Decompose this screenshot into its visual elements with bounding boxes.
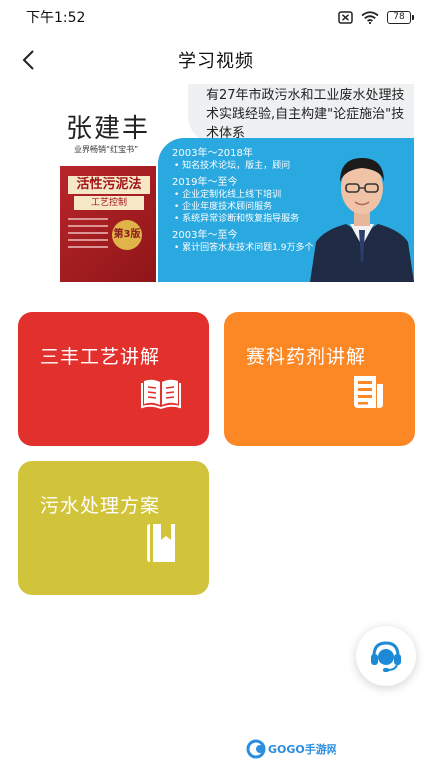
- status-time: 下午1:52: [26, 10, 86, 26]
- book-edition-badge: 第3版: [112, 220, 142, 250]
- timeline-period: 2019年～至今: [172, 177, 238, 188]
- timeline: 2003年～2018年 • 知名技术论坛，版主，顾问 2019年～至今 • 企业…: [172, 148, 322, 254]
- book-subtitle: 工艺控制: [74, 196, 144, 210]
- instructor-portrait: [310, 158, 414, 282]
- banner-intro-panel: 有27年市政污水和工业废水处理技术实践经验,自主构建"论症施治"技术体系: [188, 84, 414, 144]
- timeline-item: • 系统异常诊断和恢复指导服务: [174, 214, 300, 224]
- page-title: 学习视频: [178, 51, 254, 72]
- book-title: 活性污泥法: [68, 176, 150, 194]
- timeline-period: 2003年～2018年: [172, 148, 253, 159]
- card-sewage-solution[interactable]: 污水处理方案: [18, 461, 209, 595]
- timeline-period: 2003年～至今: [172, 230, 238, 241]
- instructor-banner[interactable]: 有27年市政污水和工业废水处理技术实践经验,自主构建"论症施治"技术体系 张建丰…: [60, 84, 414, 282]
- timeline-item: • 知名技术论坛，版主，顾问: [174, 161, 291, 171]
- bookmark-book-icon: [147, 524, 175, 562]
- book-cover: 活性污泥法 工艺控制 第3版: [60, 166, 156, 282]
- battery-level: 78: [387, 10, 411, 24]
- header: 学习视频: [0, 38, 432, 82]
- study-video-page: 下午1:52 78 学习视频 有27年市政污水和工业废水处理技术实践经验,自主构…: [0, 0, 432, 768]
- sim-off-icon: [338, 10, 353, 24]
- instructor-subtitle: 业界畅销“红宝书”: [74, 145, 139, 154]
- watermark-text: GOGO手游网: [268, 742, 336, 756]
- open-book-icon: [141, 379, 181, 409]
- timeline-item: • 累计回答水友技术问题1.9万多个: [174, 243, 314, 253]
- book-decoration: [68, 218, 108, 253]
- card-saike-chemicals[interactable]: 赛科药剂讲解: [224, 312, 415, 446]
- document-icon: [354, 376, 383, 408]
- banner-timeline-panel: 2003年～2018年 • 知名技术论坛，版主，顾问 2019年～至今 • 企业…: [158, 138, 414, 282]
- chevron-left-icon: [22, 50, 34, 70]
- battery-indicator: 78: [387, 10, 414, 24]
- card-label: 赛科药剂讲解: [246, 346, 367, 368]
- gogo-watermark: GOGO手游网: [246, 738, 338, 760]
- wifi-icon: [361, 10, 379, 24]
- banner-intro-text: 有27年市政污水和工业废水处理技术实践经验,自主构建"论症施治"技术体系: [206, 88, 405, 141]
- status-icons: 78: [338, 10, 414, 24]
- back-button[interactable]: [12, 44, 44, 76]
- customer-service-button[interactable]: [356, 626, 416, 686]
- card-sanfeng-process[interactable]: 三丰工艺讲解: [18, 312, 209, 446]
- timeline-item: • 企业定制化线上线下培训: [174, 190, 282, 200]
- timeline-item: • 企业年度技术顾问服务: [174, 202, 273, 212]
- card-label: 污水处理方案: [40, 495, 161, 517]
- instructor-name: 张建丰: [66, 114, 151, 144]
- customer-service-icon: [371, 641, 401, 672]
- status-bar: 下午1:52 78: [0, 0, 432, 34]
- card-label: 三丰工艺讲解: [40, 346, 161, 368]
